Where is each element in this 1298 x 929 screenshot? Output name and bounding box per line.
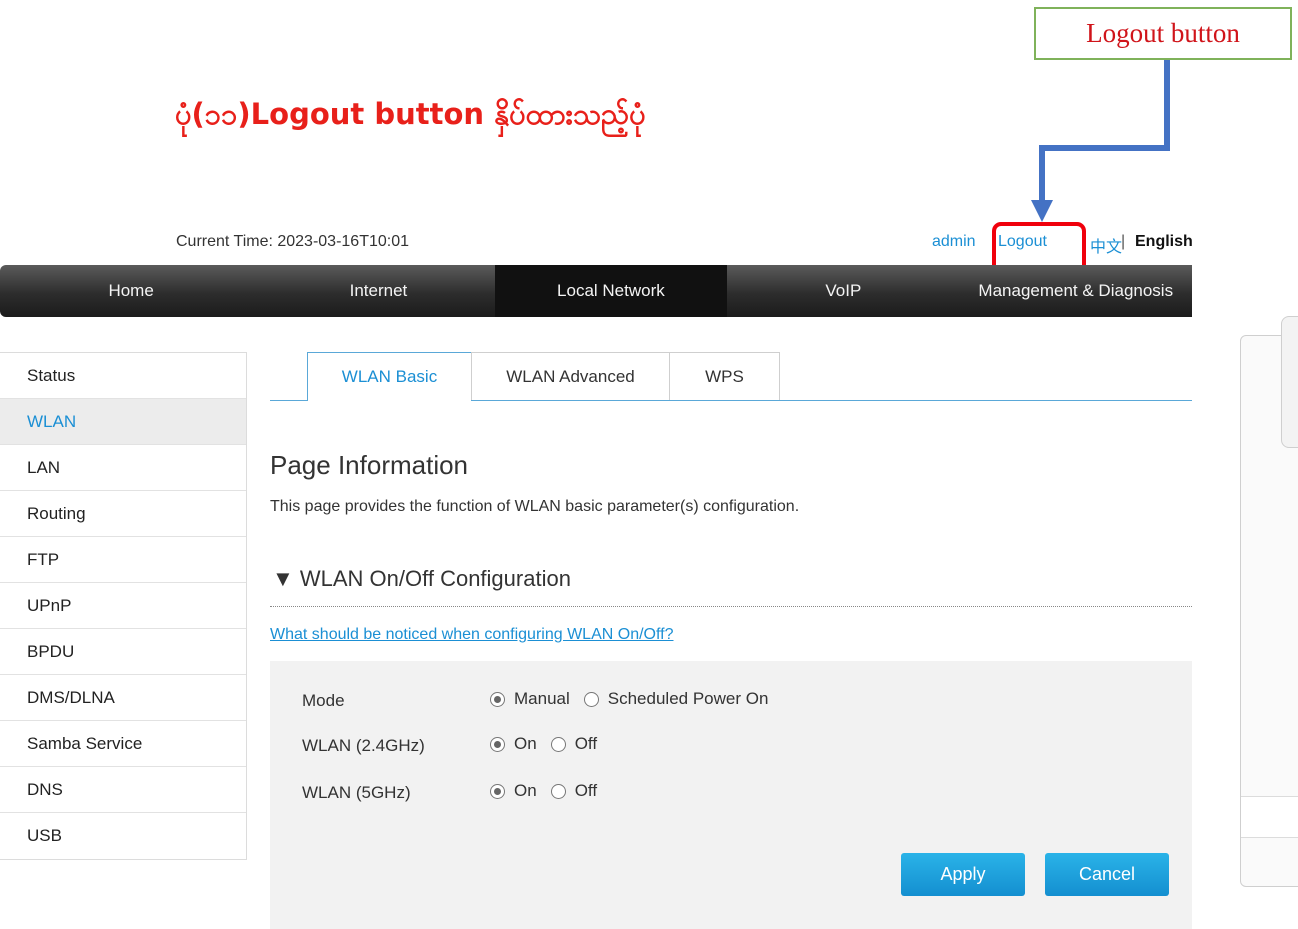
sidebar-item-usb[interactable]: USB <box>0 813 246 859</box>
nav-voip[interactable]: VoIP <box>727 265 959 317</box>
partial-window-handle <box>1281 316 1298 448</box>
tab-wlan-advanced[interactable]: WLAN Advanced <box>471 352 670 400</box>
nav-management-diagnosis[interactable]: Management & Diagnosis <box>960 265 1192 317</box>
wlan24-label: WLAN (2.4GHz) <box>302 736 425 755</box>
section-divider <box>270 606 1192 607</box>
mode-scheduled-label: Scheduled Power On <box>607 689 769 708</box>
wlan5-off-label: Off <box>574 781 598 800</box>
partial-window-band <box>1241 796 1298 838</box>
wlan24-off-label: Off <box>574 734 598 753</box>
partial-side-window <box>1240 316 1298 887</box>
sidebar-item-ftp[interactable]: FTP <box>0 537 246 583</box>
cancel-button[interactable]: Cancel <box>1045 853 1169 896</box>
nav-internet[interactable]: Internet <box>262 265 494 317</box>
tab-bar: WLAN Basic WLAN Advanced WPS <box>270 352 1192 401</box>
language-chinese-link[interactable]: 中文 <box>1090 233 1122 257</box>
section-title-wlan-onoff[interactable]: ▼ WLAN On/Off Configuration <box>272 566 571 592</box>
sidebar-item-samba-service[interactable]: Samba Service <box>0 721 246 767</box>
sidebar-item-routing[interactable]: Routing <box>0 491 246 537</box>
main-nav: Home Internet Local Network VoIP Managem… <box>0 265 1192 317</box>
language-separator: | <box>1121 233 1126 250</box>
mode-scheduled-radio[interactable] <box>583 691 599 707</box>
wlan5-on-label: On <box>514 781 537 800</box>
page-info-description: This page provides the function of WLAN … <box>270 498 800 515</box>
sidebar-item-wlan[interactable]: WLAN <box>0 399 246 445</box>
sidebar-item-lan[interactable]: LAN <box>0 445 246 491</box>
wlan24-on-label: On <box>514 734 537 753</box>
logout-callout-label: Logout button <box>1034 7 1292 60</box>
nav-local-network[interactable]: Local Network <box>494 265 728 317</box>
annotation-title: ပုံ(၁၁)Logout button နှိပ်ထားသည့်ပုံ <box>175 97 646 131</box>
mode-manual-label: Manual <box>514 689 570 708</box>
wlan5-radio-group: On Off <box>490 781 611 801</box>
user-name: admin <box>932 233 976 250</box>
language-english-link[interactable]: English <box>1135 233 1193 251</box>
mode-radio-group: Manual Scheduled Power On <box>490 689 782 709</box>
sidebar-item-dms-dlna[interactable]: DMS/DLNA <box>0 675 246 721</box>
notice-help-link[interactable]: What should be noticed when configuring … <box>270 626 673 644</box>
wlan5-on-radio[interactable] <box>490 783 505 799</box>
current-time: Current Time: 2023-03-16T10:01 <box>176 233 410 250</box>
tab-wlan-basic[interactable]: WLAN Basic <box>307 352 472 401</box>
nav-home[interactable]: Home <box>0 265 262 317</box>
tab-wps[interactable]: WPS <box>669 352 780 400</box>
wlan24-radio-group: On Off <box>490 734 611 754</box>
apply-button[interactable]: Apply <box>901 853 1025 896</box>
mode-manual-radio[interactable] <box>490 691 505 707</box>
wlan24-off-radio[interactable] <box>550 736 566 752</box>
wlan5-off-radio[interactable] <box>550 783 566 799</box>
sidebar-item-dns[interactable]: DNS <box>0 767 246 813</box>
mode-label: Mode <box>302 691 345 710</box>
page-info-title: Page Information <box>270 450 469 480</box>
sidebar: Status WLAN LAN Routing FTP UPnP BPDU DM… <box>0 352 247 860</box>
wlan5-label: WLAN (5GHz) <box>302 783 411 802</box>
sidebar-item-status[interactable]: Status <box>0 353 246 399</box>
wlan24-on-radio[interactable] <box>490 736 505 752</box>
sidebar-item-bpdu[interactable]: BPDU <box>0 629 246 675</box>
sidebar-item-upnp[interactable]: UPnP <box>0 583 246 629</box>
